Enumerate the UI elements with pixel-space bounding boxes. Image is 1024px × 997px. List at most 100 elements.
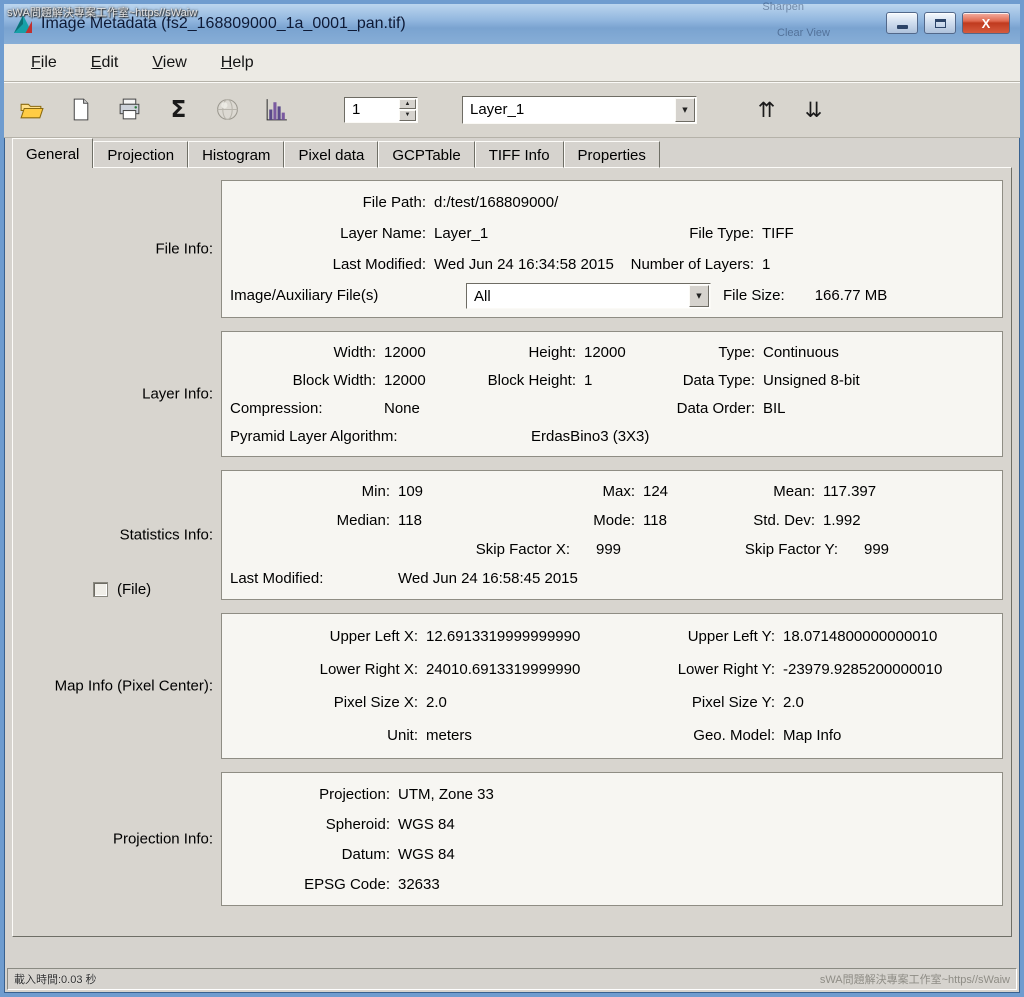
sigma-icon: Σ — [171, 97, 187, 123]
band-spinner[interactable]: 1 ▲ ▼ — [344, 97, 418, 123]
median-label: Median: — [230, 512, 394, 529]
projection-section-label: Projection Info: — [113, 831, 213, 848]
move-layer-up-button[interactable]: ⇈ — [753, 96, 780, 123]
layer-info-section: Layer Info: Width: 12000 Height: 12000 T… — [13, 331, 1003, 457]
band-spinner-value[interactable]: 1 — [345, 98, 398, 122]
statistics-section-label: Statistics Info: — [120, 527, 213, 544]
pyramid-algorithm-value: ErdasBino3 (3X3) — [527, 428, 994, 445]
print-button[interactable] — [116, 96, 143, 123]
background-window-artifact: Sharpen — [762, 1, 804, 13]
open-file-button[interactable] — [18, 96, 45, 123]
min-value: 109 — [394, 483, 469, 500]
max-value: 124 — [639, 483, 714, 500]
printer-icon — [116, 96, 143, 123]
chevron-down-icon[interactable]: ▼ — [689, 285, 709, 307]
layer-arrows: ⇈ ⇊ — [753, 96, 827, 123]
tab-pixel-data[interactable]: Pixel data — [284, 141, 378, 168]
tab-properties[interactable]: Properties — [564, 141, 660, 168]
file-checkbox-label: (File) — [117, 581, 151, 598]
block-height-label: Block Height: — [460, 372, 580, 389]
maximize-icon — [935, 19, 946, 28]
file-info-section-label: File Info: — [155, 241, 213, 258]
file-type-label: File Type: — [618, 225, 758, 242]
move-layer-down-button[interactable]: ⇊ — [800, 96, 827, 123]
watermark-bottom: sWA問題解決專案工作室~https//sWaiw — [820, 971, 1010, 987]
background-window-artifact: Clear View — [777, 27, 830, 39]
layer-name-value: Layer_1 — [430, 225, 618, 242]
statistics-groupbox: Min: 109 Max: 124 Mean: 117.397 Median: … — [221, 470, 1003, 600]
pixel-size-y-value: 2.0 — [779, 694, 994, 711]
mean-value: 117.397 — [819, 483, 994, 500]
menu-help[interactable]: Help — [204, 49, 271, 77]
tab-projection[interactable]: Projection — [93, 141, 188, 168]
projection-label: Projection: — [230, 786, 394, 803]
aux-files-combo[interactable]: All ▼ — [466, 283, 711, 309]
status-load-time: 載入時間:0.03 秒 — [14, 971, 97, 987]
tab-general[interactable]: General — [12, 138, 93, 168]
upper-left-x-label: Upper Left X: — [230, 628, 422, 645]
projection-groupbox: Projection: UTM, Zone 33 Spheroid: WGS 8… — [221, 772, 1003, 906]
statistics-button[interactable]: Σ — [165, 96, 192, 123]
stats-last-modified-value: Wed Jun 24 16:58:45 2015 — [394, 570, 994, 587]
tab-gcp-table[interactable]: GCPTable — [378, 141, 474, 168]
pixel-size-y-label: Pixel Size Y: — [602, 694, 779, 711]
minimize-button[interactable] — [886, 12, 918, 34]
upper-left-x-value: 12.6913319999999990 — [422, 628, 602, 645]
file-last-modified-label: Last Modified: — [230, 256, 430, 273]
status-bar: 載入時間:0.03 秒 sWA問題解決專案工作室~https//sWaiw — [4, 937, 1020, 993]
skip-factor-y-label: Skip Factor Y: — [649, 541, 842, 558]
geo-model-label: Geo. Model: — [602, 727, 779, 744]
histogram-button[interactable] — [263, 96, 290, 123]
tab-strip: General Projection Histogram Pixel data … — [4, 138, 1020, 168]
std-dev-label: Std. Dev: — [714, 512, 819, 529]
new-document-button[interactable] — [67, 96, 94, 123]
skip-factor-x-value: 999 — [574, 541, 649, 558]
chevron-down-icon[interactable]: ▼ — [675, 98, 695, 122]
pyramid-algorithm-label: Pyramid Layer Algorithm: — [230, 428, 527, 445]
image-metadata-window: sWA問題解決專案工作室~https//sWaiw Sharpen Clear … — [0, 0, 1024, 997]
tab-tiff-info[interactable]: TIFF Info — [475, 141, 564, 168]
pixel-size-x-value: 2.0 — [422, 694, 602, 711]
globe-button[interactable] — [214, 96, 241, 123]
maximize-button[interactable] — [924, 12, 956, 34]
menu-edit[interactable]: Edit — [74, 49, 136, 77]
mode-label: Mode: — [469, 512, 639, 529]
std-dev-value: 1.992 — [819, 512, 994, 529]
stats-last-modified-label: Last Modified: — [230, 570, 394, 587]
projection-section: Projection Info: Projection: UTM, Zone 3… — [13, 772, 1003, 906]
spinner-up-button[interactable]: ▲ — [399, 99, 416, 110]
histogram-icon — [263, 96, 290, 123]
menu-bar: File Edit View Help — [4, 44, 1020, 82]
menu-file[interactable]: File — [14, 49, 74, 77]
lower-right-y-label: Lower Right Y: — [602, 661, 779, 678]
layer-info-groupbox: Width: 12000 Height: 12000 Type: Continu… — [221, 331, 1003, 457]
spinner-down-button[interactable]: ▼ — [399, 110, 416, 121]
open-folder-icon — [18, 96, 45, 123]
arrows-up-icon: ⇈ — [758, 98, 776, 122]
skip-factor-y-value: 999 — [842, 541, 994, 558]
mean-label: Mean: — [714, 483, 819, 500]
close-button[interactable]: X — [962, 12, 1010, 34]
file-size-label: File Size: — [723, 287, 785, 304]
spheroid-value: WGS 84 — [394, 816, 994, 833]
lower-right-x-value: 24010.6913319999990 — [422, 661, 602, 678]
file-last-modified-value: Wed Jun 24 16:34:58 2015 — [430, 256, 618, 273]
num-layers-label: Number of Layers: — [618, 256, 758, 273]
upper-left-y-value: 18.0714800000000010 — [779, 628, 994, 645]
file-size-value: 166.77 MB — [811, 287, 994, 304]
file-checkbox[interactable] — [93, 582, 108, 597]
layer-combo[interactable]: Layer_1 ▼ — [462, 96, 697, 124]
mode-value: 118 — [639, 512, 714, 529]
statistics-label-col: Statistics Info: (File) — [13, 470, 221, 600]
spinner-buttons: ▲ ▼ — [399, 99, 416, 121]
globe-icon — [214, 96, 241, 123]
menu-view[interactable]: View — [135, 49, 203, 77]
tab-histogram[interactable]: Histogram — [188, 141, 284, 168]
lower-right-y-value: -23979.9285200000010 — [779, 661, 994, 678]
map-info-section: Map Info (Pixel Center): Upper Left X: 1… — [13, 613, 1003, 759]
epsg-code-value: 32633 — [394, 876, 994, 893]
layer-combo-value: Layer_1 — [463, 97, 674, 123]
lower-right-x-label: Lower Right X: — [230, 661, 422, 678]
block-height-value: 1 — [580, 372, 640, 389]
block-width-value: 12000 — [380, 372, 460, 389]
